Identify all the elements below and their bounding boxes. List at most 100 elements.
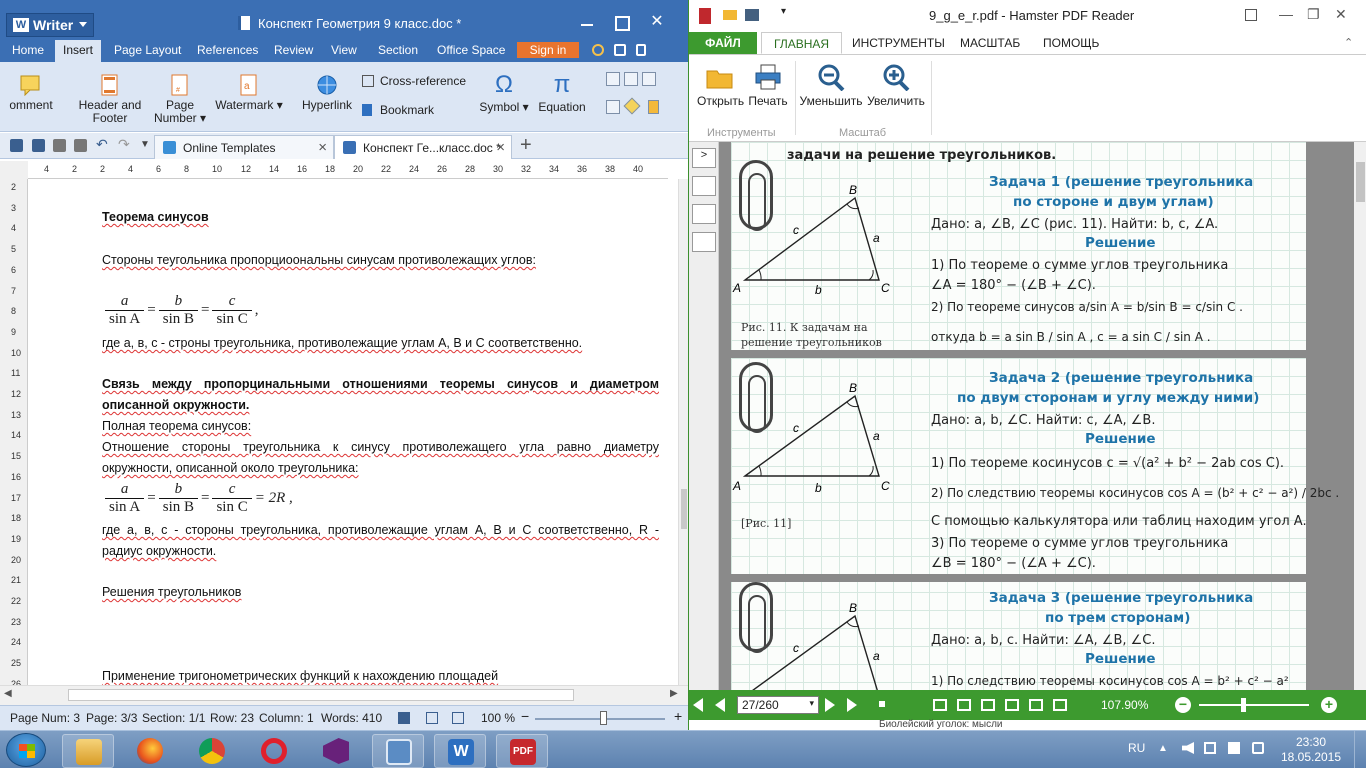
page-number-button[interactable]: # Page Number ▾ (150, 74, 210, 125)
book-view-icon[interactable] (1029, 699, 1043, 711)
scroll-thumb[interactable] (1356, 162, 1365, 202)
zoom-in-icon[interactable]: + (674, 708, 682, 724)
first-page-icon[interactable] (693, 698, 703, 712)
qat-dropdown-icon[interactable]: ▾ (781, 6, 786, 17)
undo-icon[interactable]: ↶ (96, 136, 108, 153)
zoom-in-button[interactable]: Увеличить (865, 63, 927, 108)
menu-help[interactable]: ПОМОЩЬ (1043, 36, 1099, 50)
maximize-button[interactable] (612, 14, 630, 31)
stop-icon[interactable] (879, 701, 885, 707)
pdf-vertical-scrollbar[interactable] (1354, 142, 1366, 690)
close-icon[interactable]: × (318, 139, 327, 156)
print-icon[interactable] (53, 139, 66, 152)
header-footer-button[interactable]: Header and Footer (76, 74, 144, 125)
save-icon[interactable] (32, 139, 45, 152)
zoom-out-button[interactable]: Уменьшить (797, 63, 865, 108)
pencil-icon[interactable] (623, 97, 641, 115)
tab-page-layout[interactable]: Page Layout (114, 43, 181, 57)
page-number-input[interactable]: 27/260 ▾ (737, 696, 819, 714)
taskbar-control-panel[interactable] (372, 734, 424, 768)
zoom-slider[interactable] (1199, 704, 1309, 706)
close-button[interactable]: ✕ (648, 14, 666, 30)
bookmark-button[interactable]: Bookmark (362, 103, 434, 117)
pdf-viewport[interactable]: задачи на решение треугольников. A B C c… (719, 142, 1354, 690)
taskbar-writer[interactable]: W (434, 734, 486, 768)
expand-sidebar-button[interactable]: > (692, 148, 716, 168)
tab-view[interactable]: View (331, 43, 357, 57)
scroll-right-icon[interactable]: ▶ (670, 688, 678, 699)
taskbar-explorer[interactable] (62, 734, 114, 768)
taskbar-visual-studio[interactable] (310, 734, 362, 768)
qat-dropdown-icon[interactable]: ▼ (140, 139, 150, 150)
zoom-slider-handle[interactable] (600, 711, 607, 725)
open-button[interactable]: Открыть (697, 63, 744, 108)
zoom-in-icon[interactable]: + (1321, 697, 1337, 713)
single-page-view-icon[interactable] (933, 699, 947, 711)
two-page-view-icon[interactable] (981, 699, 995, 711)
equation-button[interactable]: π Equation (534, 72, 590, 114)
network-icon[interactable] (1228, 742, 1240, 754)
scroll-left-icon[interactable]: ◀ (4, 688, 12, 699)
tab-online-templates[interactable]: Online Templates × (154, 135, 334, 159)
show-desktop-button[interactable] (1354, 731, 1366, 768)
menu-home[interactable]: ГЛАВНАЯ (761, 32, 843, 54)
bookmarks-panel-button[interactable] (692, 176, 716, 196)
scroll-thumb[interactable] (68, 689, 574, 701)
pages-panel-button[interactable] (692, 204, 716, 224)
cross-reference-button[interactable]: Cross-reference (362, 74, 466, 88)
writer-app-menu-button[interactable]: W Writer (6, 13, 94, 37)
language-indicator[interactable]: RU (1128, 741, 1145, 755)
print-layout-icon[interactable] (398, 712, 410, 724)
watermark-button[interactable]: a Watermark ▾ (214, 74, 284, 112)
vertical-ruler[interactable]: 2 3 4 5 6 7 8 9 10 11 12 13 14 15 16 17 18 19 20 21 22 23 24 25… (0, 179, 28, 689)
tab-home[interactable]: Home (12, 43, 44, 57)
tab-section[interactable]: Section (378, 43, 418, 57)
two-page-continuous-view-icon[interactable] (1005, 699, 1019, 711)
taskbar-pdf-reader[interactable]: PDF (496, 734, 548, 768)
vertical-scrollbar[interactable] (678, 179, 688, 685)
print-icon[interactable] (745, 9, 759, 21)
start-button[interactable] (6, 733, 46, 767)
close-button[interactable]: ✕ (1335, 6, 1347, 23)
prev-page-icon[interactable] (715, 698, 725, 712)
document-page[interactable]: Теорема синусов Стороны теугольника проп… (28, 179, 678, 685)
collapse-ribbon-icon[interactable]: ⌃ (1344, 36, 1353, 49)
layers-panel-button[interactable] (692, 232, 716, 252)
menu-zoom[interactable]: МАСШТАБ (960, 36, 1020, 50)
close-icon[interactable]: × (496, 139, 505, 156)
next-page-icon[interactable] (825, 698, 835, 712)
open-folder-icon[interactable] (723, 10, 737, 20)
menu-tools[interactable]: ИНСТРУМЕНТЫ (852, 36, 945, 50)
outline-view-icon[interactable] (426, 712, 438, 724)
tab-office-space[interactable]: Office Space (437, 43, 505, 57)
minimize-button[interactable]: — (1279, 6, 1293, 22)
continuous-view-icon[interactable] (957, 699, 971, 711)
redo-icon[interactable]: ↷ (118, 136, 130, 153)
taskbar-firefox[interactable] (124, 734, 176, 768)
show-hidden-icons[interactable]: ▲ (1158, 743, 1168, 754)
horizontal-ruler[interactable]: 4 2 2 4 6 8 10 12 14 16 18 20 22 24 26 28 30 32 34 36 38 40 (28, 161, 668, 179)
zoom-slider-handle[interactable] (1241, 698, 1246, 712)
dropcap-icon[interactable] (642, 72, 656, 86)
horizontal-scrollbar[interactable]: ◀ ▶ (0, 685, 688, 705)
tab-review[interactable]: Review (274, 43, 313, 57)
tab-document[interactable]: Конспект Ге...класс.doc * × (334, 135, 512, 159)
zoom-out-icon[interactable]: − (1175, 697, 1191, 713)
battery-icon[interactable] (1252, 742, 1264, 754)
comment-button[interactable]: omment (0, 74, 62, 112)
print-button[interactable]: Печать (745, 63, 791, 108)
scroll-thumb[interactable] (681, 489, 687, 529)
hyperlink-button[interactable]: Hyperlink (296, 74, 358, 112)
symbol-button[interactable]: Ω Symbol ▾ (476, 72, 532, 114)
help-icon[interactable] (614, 44, 626, 56)
zoom-out-icon[interactable]: − (521, 708, 529, 724)
web-layout-icon[interactable] (452, 712, 464, 724)
last-page-icon[interactable] (847, 698, 857, 712)
open-folder-icon[interactable] (10, 139, 23, 152)
wordart-icon[interactable] (624, 72, 638, 86)
maximize-button[interactable]: ❐ (1307, 6, 1320, 23)
tab-insert[interactable]: Insert (55, 40, 102, 62)
new-tab-button[interactable]: + (520, 134, 532, 157)
taskbar-opera[interactable] (248, 734, 300, 768)
menu-file[interactable]: ФАЙЛ (689, 32, 757, 54)
